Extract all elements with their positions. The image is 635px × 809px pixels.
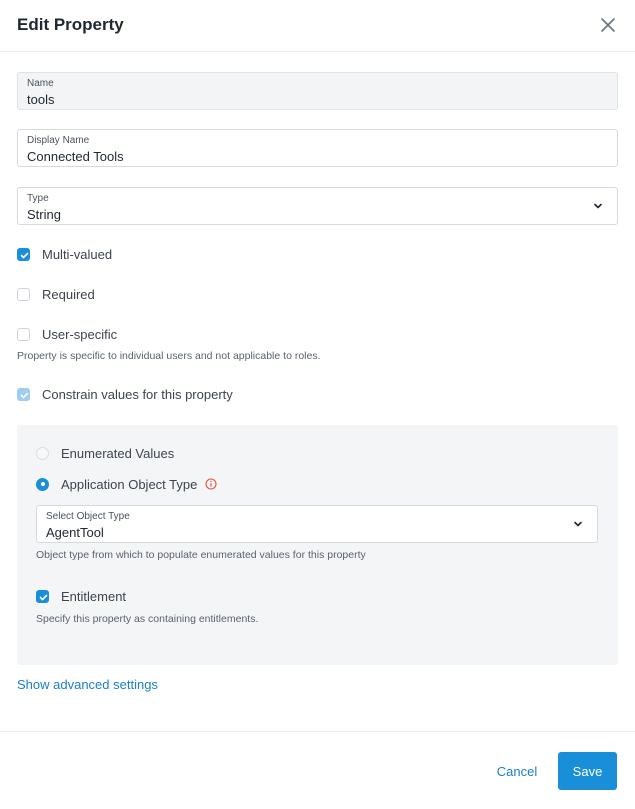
user-specific-label: User-specific [42, 326, 118, 342]
enumerated-values-label: Enumerated Values [61, 445, 175, 461]
app-object-type-label: Application Object Type [61, 476, 198, 492]
close-button[interactable] [598, 15, 618, 35]
display-name-field-value: Connected Tools [27, 149, 124, 164]
app-object-type-radio[interactable] [36, 477, 49, 491]
type-select-label: Type [27, 193, 49, 204]
type-select-value: String [27, 207, 61, 222]
multi-valued-option[interactable]: Multi-valued [17, 246, 112, 262]
check-icon [39, 594, 48, 600]
enumerated-values-option[interactable]: Enumerated Values [36, 445, 174, 461]
info-icon[interactable] [205, 478, 217, 490]
constrain-checkbox[interactable] [17, 387, 30, 401]
entitlement-label: Entitlement [61, 588, 127, 604]
entitlement-checkbox[interactable] [36, 589, 49, 603]
chevron-down-icon [574, 521, 582, 527]
user-specific-help: Property is specific to individual users… [17, 350, 321, 362]
object-type-select-value: AgentTool [46, 525, 104, 540]
required-label: Required [42, 286, 95, 302]
user-specific-option[interactable]: User-specific [17, 326, 117, 342]
show-advanced-settings-link[interactable]: Show advanced settings [17, 677, 158, 692]
type-select[interactable]: Type String [17, 187, 618, 225]
constraint-panel: Enumerated Values Application Object Typ… [17, 425, 618, 665]
save-button[interactable]: Save [558, 752, 617, 790]
entitlement-help: Specify this property as containing enti… [36, 613, 259, 625]
enumerated-values-radio[interactable] [36, 446, 49, 460]
close-icon [601, 18, 615, 32]
name-field[interactable]: Name tools [17, 72, 618, 110]
constrain-label: Constrain values for this property [42, 386, 233, 402]
object-type-select[interactable]: Select Object Type AgentTool [36, 505, 598, 543]
required-option[interactable]: Required [17, 286, 95, 302]
display-name-field[interactable]: Display Name Connected Tools [17, 129, 618, 167]
dialog-footer: Cancel Save [0, 731, 635, 809]
app-object-type-option[interactable]: Application Object Type [36, 476, 217, 492]
dialog-header: Edit Property [0, 0, 635, 52]
check-icon [20, 252, 29, 258]
object-type-select-label: Select Object Type [46, 511, 130, 522]
name-field-label: Name [27, 78, 54, 89]
check-icon [20, 392, 29, 398]
user-specific-checkbox[interactable] [17, 327, 30, 341]
constrain-option[interactable]: Constrain values for this property [17, 386, 233, 402]
entitlement-option[interactable]: Entitlement [36, 588, 126, 604]
required-checkbox[interactable] [17, 287, 30, 301]
multi-valued-label: Multi-valued [42, 246, 113, 262]
multi-valued-checkbox[interactable] [17, 247, 30, 261]
cancel-button[interactable]: Cancel [486, 752, 548, 790]
name-field-value: tools [27, 92, 55, 107]
object-type-help: Object type from which to populate enume… [36, 549, 366, 561]
chevron-down-icon [594, 203, 602, 209]
dialog-title: Edit Property [17, 15, 124, 34]
display-name-field-label: Display Name [27, 135, 90, 146]
